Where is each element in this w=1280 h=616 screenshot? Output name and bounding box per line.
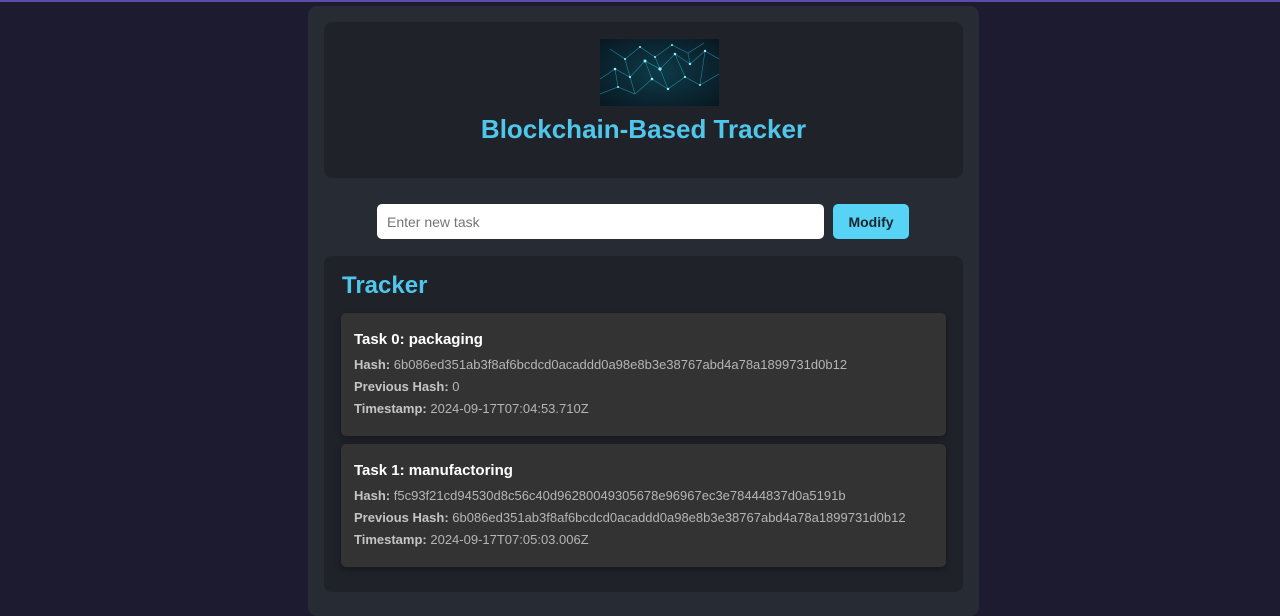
page-title: Blockchain-Based Tracker [480,114,807,144]
header: Blockchain-Based Tracker [324,22,963,178]
block-previous-hash: Previous Hash: 0 [354,379,460,394]
hash-label: Hash: [354,357,391,372]
app-container: Blockchain-Based Tracker Modify Tracker … [308,6,979,616]
top-accent-line [0,0,1280,2]
tracker-panel: Tracker Task 0: packaging Hash: 6b086ed3… [324,256,963,592]
tracker-title: Tracker [342,272,428,299]
hash-label: Hash: [354,488,391,503]
timestamp-label: Timestamp: [354,401,427,416]
previous-hash-value: 0 [452,379,460,394]
previous-hash-value: 6b086ed351ab3f8af6bcdcd0acaddd0a98e8b3e3… [452,510,906,525]
modify-button[interactable]: Modify [833,204,909,239]
network-mesh-icon [600,39,719,106]
block-hash: Hash: 6b086ed351ab3f8af6bcdcd0acaddd0a98… [354,357,847,372]
block-title: Task 1: manufactoring [354,462,513,479]
new-task-input[interactable] [377,204,824,239]
timestamp-value: 2024-09-17T07:04:53.710Z [430,401,589,416]
timestamp-value: 2024-09-17T07:05:03.006Z [430,532,589,547]
block-hash: Hash: f5c93f21cd94530d8c56c40d9628004930… [354,488,846,503]
hash-value: f5c93f21cd94530d8c56c40d96280049305678e9… [393,488,846,503]
block-timestamp: Timestamp: 2024-09-17T07:04:53.710Z [354,401,589,416]
block-card: Task 1: manufactoring Hash: f5c93f21cd94… [341,444,946,567]
timestamp-label: Timestamp: [354,532,427,547]
block-title: Task 0: packaging [354,331,483,348]
block-previous-hash: Previous Hash: 6b086ed351ab3f8af6bcdcd0a… [354,510,906,525]
block-timestamp: Timestamp: 2024-09-17T07:05:03.006Z [354,532,589,547]
hash-value: 6b086ed351ab3f8af6bcdcd0acaddd0a98e8b3e3… [393,357,848,372]
previous-hash-label: Previous Hash: [354,379,449,394]
block-card: Task 0: packaging Hash: 6b086ed351ab3f8a… [341,313,946,436]
previous-hash-label: Previous Hash: [354,510,449,525]
